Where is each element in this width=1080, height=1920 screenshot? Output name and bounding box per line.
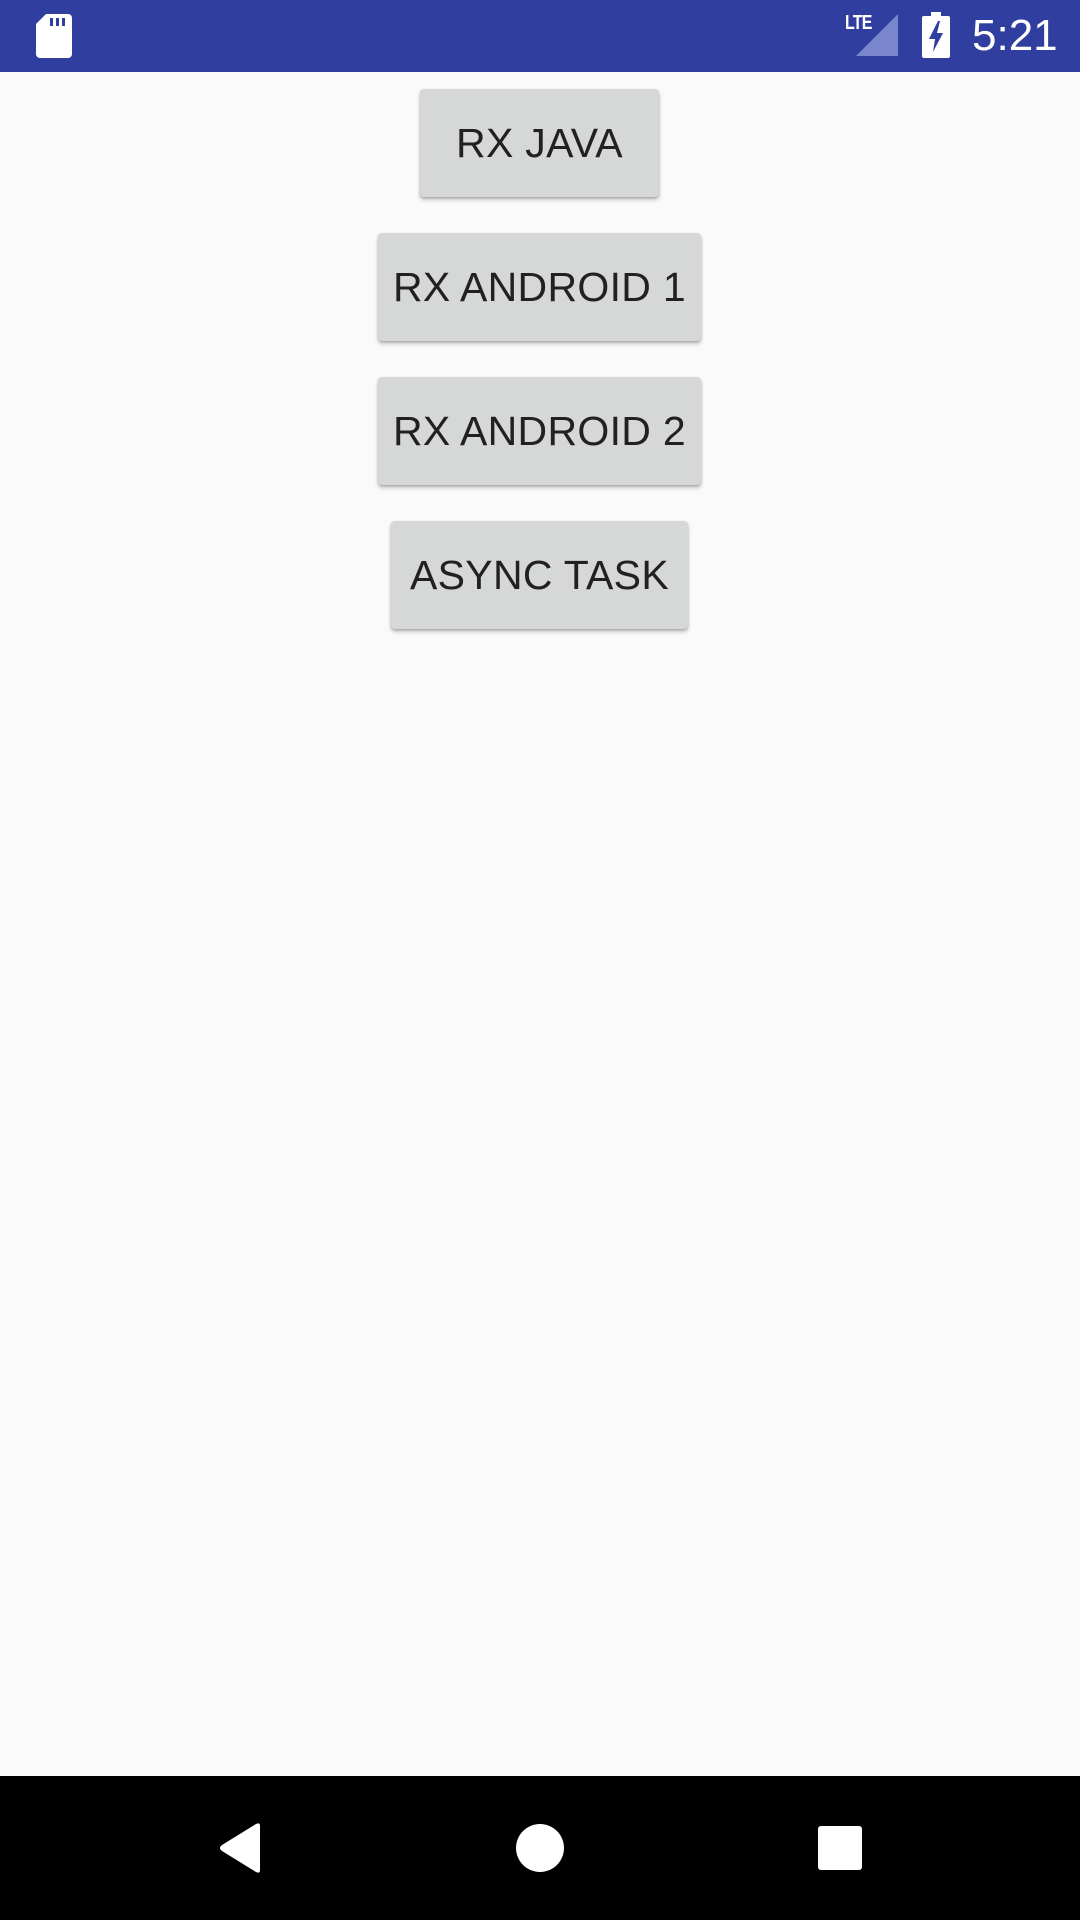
network-type-label: LTE: [845, 12, 872, 34]
status-bar: LTE 5:21: [0, 0, 1080, 72]
rx-android-1-button[interactable]: RX ANDROID 1: [378, 233, 701, 341]
rx-android-2-button[interactable]: RX ANDROID 2: [378, 377, 701, 485]
home-icon: [516, 1824, 564, 1872]
battery-charging-icon: [922, 12, 950, 58]
back-icon: [220, 1823, 260, 1873]
sd-card-icon: [36, 14, 72, 58]
main-content: RX JAVA RX ANDROID 1 RX ANDROID 2 ASYNC …: [0, 72, 1080, 1776]
status-clock: 5:21: [972, 11, 1058, 60]
recents-icon: [818, 1826, 862, 1870]
navigation-bar: [0, 1776, 1080, 1920]
nav-recents-button[interactable]: [760, 1776, 920, 1920]
async-task-button[interactable]: ASYNC TASK: [391, 521, 688, 629]
nav-home-button[interactable]: [460, 1776, 620, 1920]
rx-java-button[interactable]: RX JAVA: [420, 89, 659, 197]
nav-back-button[interactable]: [160, 1776, 320, 1920]
